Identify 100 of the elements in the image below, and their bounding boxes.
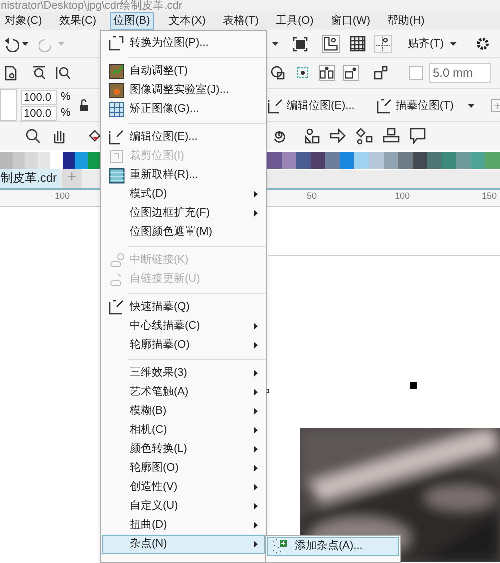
color-swatch[interactable] xyxy=(75,152,88,169)
zoom-fit-icon[interactable] xyxy=(31,65,47,81)
banner-icon[interactable] xyxy=(383,128,400,144)
trace-bitmap-button[interactable]: 描摹位图(T) xyxy=(376,98,454,114)
shapes-icon[interactable] xyxy=(304,128,320,144)
menu-item[interactable]: 轮廓图(O) xyxy=(102,459,265,478)
guidelines-icon[interactable] xyxy=(374,35,392,53)
crop-bitmap-icon xyxy=(108,148,124,164)
scale-field[interactable]: 100.0 xyxy=(21,90,57,104)
menu-item[interactable]: 矫正图像(G)... xyxy=(102,100,265,119)
menu-bar-item[interactable]: 对象(C) xyxy=(1,12,46,30)
caret-icon[interactable] xyxy=(272,42,279,46)
menu-item[interactable]: 创造性(V) xyxy=(102,478,265,497)
menu-item[interactable]: 位图边框扩充(F) xyxy=(102,204,265,223)
menu-item[interactable]: 相机(C) xyxy=(102,421,265,440)
color-swatch[interactable] xyxy=(485,152,500,169)
color-swatch[interactable] xyxy=(88,152,100,169)
menu-bar-item[interactable]: 帮助(H) xyxy=(384,12,429,30)
menu-bar-item[interactable]: 工具(O) xyxy=(272,12,318,30)
caret-icon[interactable] xyxy=(468,104,475,108)
menu-item[interactable]: 转换为位图(P)... xyxy=(102,34,265,53)
full-screen-icon[interactable] xyxy=(293,36,308,52)
color-swatch[interactable] xyxy=(0,152,12,169)
color-swatch[interactable] xyxy=(456,152,471,169)
menu-bar-item[interactable]: 位图(B) xyxy=(110,12,154,30)
edit-bitmap-button[interactable]: 编辑位图(E)... xyxy=(268,98,355,114)
color-swatch[interactable] xyxy=(325,152,340,169)
color-swatch[interactable] xyxy=(368,152,384,169)
resample-icon xyxy=(108,168,124,184)
color-swatch[interactable] xyxy=(470,152,486,169)
menu-item[interactable]: 重新取样(R)... xyxy=(102,166,265,185)
menu-item[interactable]: 艺术笔触(A) xyxy=(102,383,265,402)
color-swatch[interactable] xyxy=(296,152,311,169)
nodes-icon[interactable] xyxy=(373,65,389,81)
image-adjust-icon xyxy=(108,82,124,98)
menu-item[interactable]: 自动调整(T) xyxy=(102,62,265,81)
color-swatch[interactable] xyxy=(412,152,428,169)
menu-item[interactable]: 杂点(N) xyxy=(102,535,265,554)
color-swatch[interactable] xyxy=(384,152,398,169)
lock-icon[interactable] xyxy=(78,98,89,112)
position-field[interactable] xyxy=(0,89,17,121)
ruler-label: 100 xyxy=(55,190,70,203)
caret-icon[interactable] xyxy=(22,42,29,46)
color-swatch[interactable] xyxy=(62,152,75,169)
menu-item[interactable]: 三维效果(3) xyxy=(102,364,265,383)
scale-field[interactable]: 100.0 xyxy=(21,106,57,120)
caret-icon[interactable] xyxy=(450,42,458,46)
menu-item[interactable]: 轮廓描摹(O) xyxy=(102,336,265,355)
color-swatch[interactable] xyxy=(340,152,354,169)
ruler-icon[interactable] xyxy=(322,35,340,53)
grid-icon[interactable] xyxy=(350,36,366,52)
menu-item[interactable]: 颜色转换(L) xyxy=(102,440,265,459)
undo-icon[interactable] xyxy=(3,36,19,52)
nudge-field[interactable]: 5.0 mm xyxy=(429,63,491,83)
menu-item[interactable]: 快速描摹(Q) xyxy=(102,298,265,317)
color-swatch[interactable] xyxy=(12,152,25,169)
checkbox[interactable] xyxy=(409,66,423,80)
menu-item[interactable]: 添加杂点(A)... xyxy=(267,537,399,556)
ruler-label: 100 xyxy=(395,190,410,203)
menu-item[interactable]: 中心线描摹(C) xyxy=(102,317,265,336)
color-swatch[interactable] xyxy=(398,152,413,169)
menu-bar-item[interactable]: 窗口(W) xyxy=(326,12,375,30)
arrow-shape-icon[interactable] xyxy=(330,128,346,144)
color-swatch[interactable] xyxy=(427,152,442,169)
color-swatch[interactable] xyxy=(310,152,326,169)
color-swatch[interactable] xyxy=(50,152,62,169)
fill-icon[interactable] xyxy=(89,129,101,143)
page-zoom-icon[interactable] xyxy=(3,65,19,81)
distribute-icon[interactable] xyxy=(343,65,359,81)
snap-object-icon[interactable] xyxy=(270,65,286,81)
menu-item[interactable]: 模糊(B) xyxy=(102,402,265,421)
callout-icon[interactable] xyxy=(410,128,426,144)
color-swatch[interactable] xyxy=(38,152,50,169)
break-link-icon xyxy=(108,252,124,268)
color-swatch[interactable] xyxy=(354,152,369,169)
edit-bitmap-icon xyxy=(108,130,124,146)
menu-bar-item[interactable]: 文本(X) xyxy=(165,12,210,30)
menu-item[interactable]: 自定义(U) xyxy=(102,497,265,516)
snap-box-icon[interactable] xyxy=(295,65,311,81)
convert-bitmap-icon xyxy=(108,36,124,52)
flowchart-icon[interactable] xyxy=(356,128,373,144)
color-swatch[interactable] xyxy=(25,152,38,169)
align-icon[interactable] xyxy=(319,65,335,81)
menu-item[interactable]: 扭曲(D) xyxy=(102,516,265,535)
color-swatch[interactable] xyxy=(442,152,456,169)
menu-bar-item[interactable]: 效果(C) xyxy=(55,12,101,30)
menu-item[interactable]: 图像调整实验室(J)... xyxy=(102,81,265,100)
search-icon[interactable] xyxy=(25,128,41,144)
color-swatch[interactable] xyxy=(267,152,282,169)
settings-icon[interactable] xyxy=(475,36,492,52)
unit-label: % xyxy=(61,90,71,104)
menu-bar-item[interactable]: 表格(T) xyxy=(218,12,263,30)
selection-handle[interactable] xyxy=(410,382,417,389)
menu-item[interactable]: 位图颜色遮罩(M) xyxy=(102,223,265,242)
snap-label[interactable]: 贴齐(T) xyxy=(408,36,444,52)
zoom-page-icon[interactable] xyxy=(55,65,71,81)
menu-item[interactable]: 模式(D) xyxy=(102,185,265,204)
add-noise-icon xyxy=(272,538,288,554)
color-swatch[interactable] xyxy=(282,152,296,169)
document-tab[interactable]: 制皮革.cdr xyxy=(0,169,60,188)
